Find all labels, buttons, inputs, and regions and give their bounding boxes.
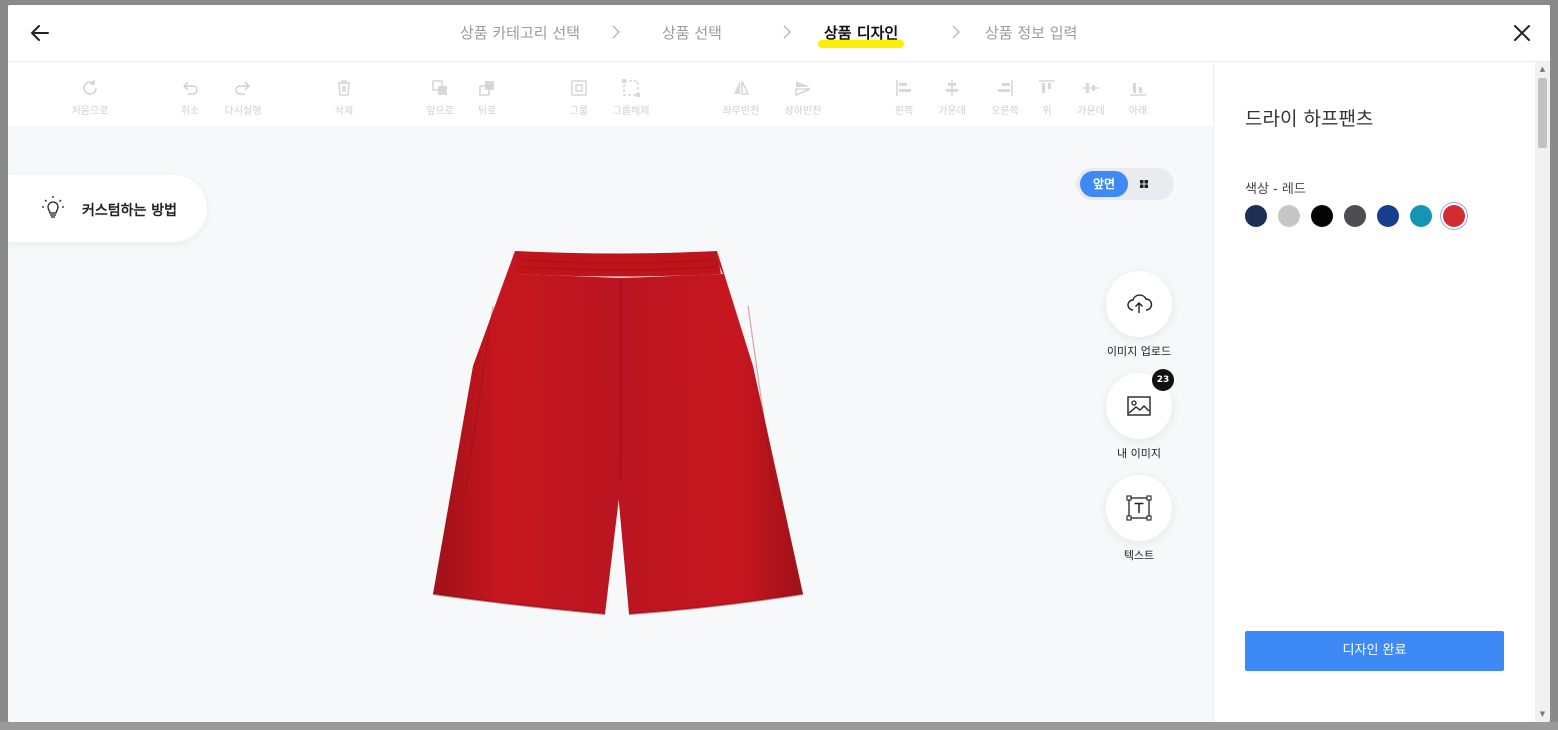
align-left-icon — [896, 80, 911, 96]
close-icon — [1514, 25, 1530, 41]
howto-button[interactable]: 커스텀하는 방법 — [8, 175, 207, 242]
color-swatch[interactable] — [1377, 205, 1399, 227]
refresh-icon — [83, 80, 97, 95]
step-design[interactable]: 상품 디자인 — [818, 22, 905, 48]
align-bottom-button[interactable]: 아래 — [1108, 78, 1168, 117]
cloud-upload-icon — [1127, 294, 1153, 313]
color-swatch[interactable] — [1410, 205, 1432, 227]
send-backward-button[interactable]: 뒤로 — [457, 78, 517, 117]
front-view-button[interactable]: 앞면 — [1080, 171, 1128, 197]
design-modal: 상품 카테고리 선택 상품 선택 상품 디자인 상품 정보 입력 처음으로 취소… — [8, 5, 1550, 722]
step-header: 상품 카테고리 선택 상품 선택 상품 디자인 상품 정보 입력 — [8, 5, 1550, 62]
edit-toolbar: 처음으로 취소 다시실행 삭제 앞으로 뒤로 그룹 그룹해제 좌우반전 상하반전… — [8, 62, 1213, 126]
align-top-icon — [1039, 80, 1055, 93]
align-center-horizontal-button[interactable]: 가운데 — [922, 78, 982, 117]
view-toggle: 앞면 — [1076, 168, 1174, 200]
chevron-right-icon — [952, 25, 961, 39]
step-info[interactable]: 상품 정보 입력 — [985, 22, 1077, 43]
design-canvas[interactable]: 커스텀하는 방법 앞면 이미지 업로드 23 내 이미지 텍스트 — [8, 126, 1213, 722]
color-swatch[interactable] — [1311, 205, 1333, 227]
color-swatch[interactable] — [1344, 205, 1366, 227]
color-swatch[interactable] — [1278, 205, 1300, 227]
trash-icon — [338, 80, 350, 96]
scroll-up-arrow-icon[interactable]: ▲ — [1538, 65, 1547, 74]
image-upload-tool[interactable]: 이미지 업로드 — [1105, 271, 1173, 359]
design-complete-button[interactable]: 디자인 완료 — [1245, 631, 1504, 671]
text-button[interactable] — [1106, 475, 1172, 541]
align-center-vertical-icon — [1083, 83, 1099, 93]
step-breadcrumb: 상품 카테고리 선택 상품 선택 상품 디자인 상품 정보 입력 — [8, 5, 1550, 62]
group-button[interactable]: 그룹 — [549, 78, 609, 117]
shorts-waistband — [515, 251, 721, 277]
align-right-icon — [998, 80, 1013, 96]
reset-button[interactable]: 처음으로 — [60, 78, 120, 117]
group-icon — [571, 80, 587, 96]
image-upload-button[interactable] — [1106, 271, 1172, 337]
close-button[interactable] — [1508, 19, 1536, 47]
ungroup-icon — [622, 79, 640, 97]
flip-vertical-button[interactable]: 상하반전 — [773, 78, 833, 117]
image-count-badge: 23 — [1152, 369, 1174, 391]
redo-button[interactable]: 다시실행 — [213, 78, 273, 117]
scroll-thumb[interactable] — [1538, 78, 1547, 148]
undo-button[interactable]: 취소 — [160, 78, 220, 117]
image-icon — [1127, 396, 1151, 416]
redo-icon — [235, 81, 250, 95]
bring-forward-icon — [432, 80, 447, 95]
undo-icon — [183, 81, 198, 95]
flip-horizontal-button[interactable]: 좌우반전 — [711, 78, 771, 117]
my-images-button[interactable]: 23 — [1106, 369, 1174, 439]
step-product[interactable]: 상품 선택 — [662, 22, 722, 43]
lightbulb-icon — [42, 196, 64, 218]
shorts-mockup — [432, 251, 803, 615]
flip-vertical-icon — [795, 81, 811, 96]
step-category[interactable]: 상품 카테고리 선택 — [460, 22, 580, 43]
grid-view-icon[interactable] — [1136, 176, 1152, 192]
my-images-tool[interactable]: 23 내 이미지 — [1105, 369, 1174, 461]
product-options-panel: 드라이 하프팬츠 색상 - 레드 디자인 완료 — [1213, 62, 1535, 722]
align-bottom-icon — [1130, 83, 1146, 96]
text-box-icon — [1126, 495, 1152, 521]
chevron-right-icon — [783, 25, 792, 39]
shorts-right-leg — [617, 251, 803, 614]
color-label: 색상 - 레드 — [1245, 182, 1306, 197]
scrollbar[interactable]: ▲ ▼ — [1535, 62, 1550, 722]
text-tool[interactable]: 텍스트 — [1105, 475, 1173, 563]
color-swatch[interactable] — [1443, 205, 1465, 227]
product-title: 드라이 하프팬츠 — [1245, 108, 1374, 130]
shorts-left-leg — [433, 251, 621, 614]
scroll-down-arrow-icon[interactable]: ▼ — [1538, 710, 1547, 719]
chevron-right-icon — [612, 25, 621, 39]
send-backward-icon — [479, 81, 494, 96]
flip-horizontal-icon — [734, 80, 750, 95]
delete-button[interactable]: 삭제 — [314, 78, 374, 117]
color-swatch[interactable] — [1245, 205, 1267, 227]
background-page — [0, 722, 1558, 730]
align-center-horizontal-icon — [946, 80, 958, 96]
ungroup-button[interactable]: 그룹해제 — [601, 78, 661, 117]
